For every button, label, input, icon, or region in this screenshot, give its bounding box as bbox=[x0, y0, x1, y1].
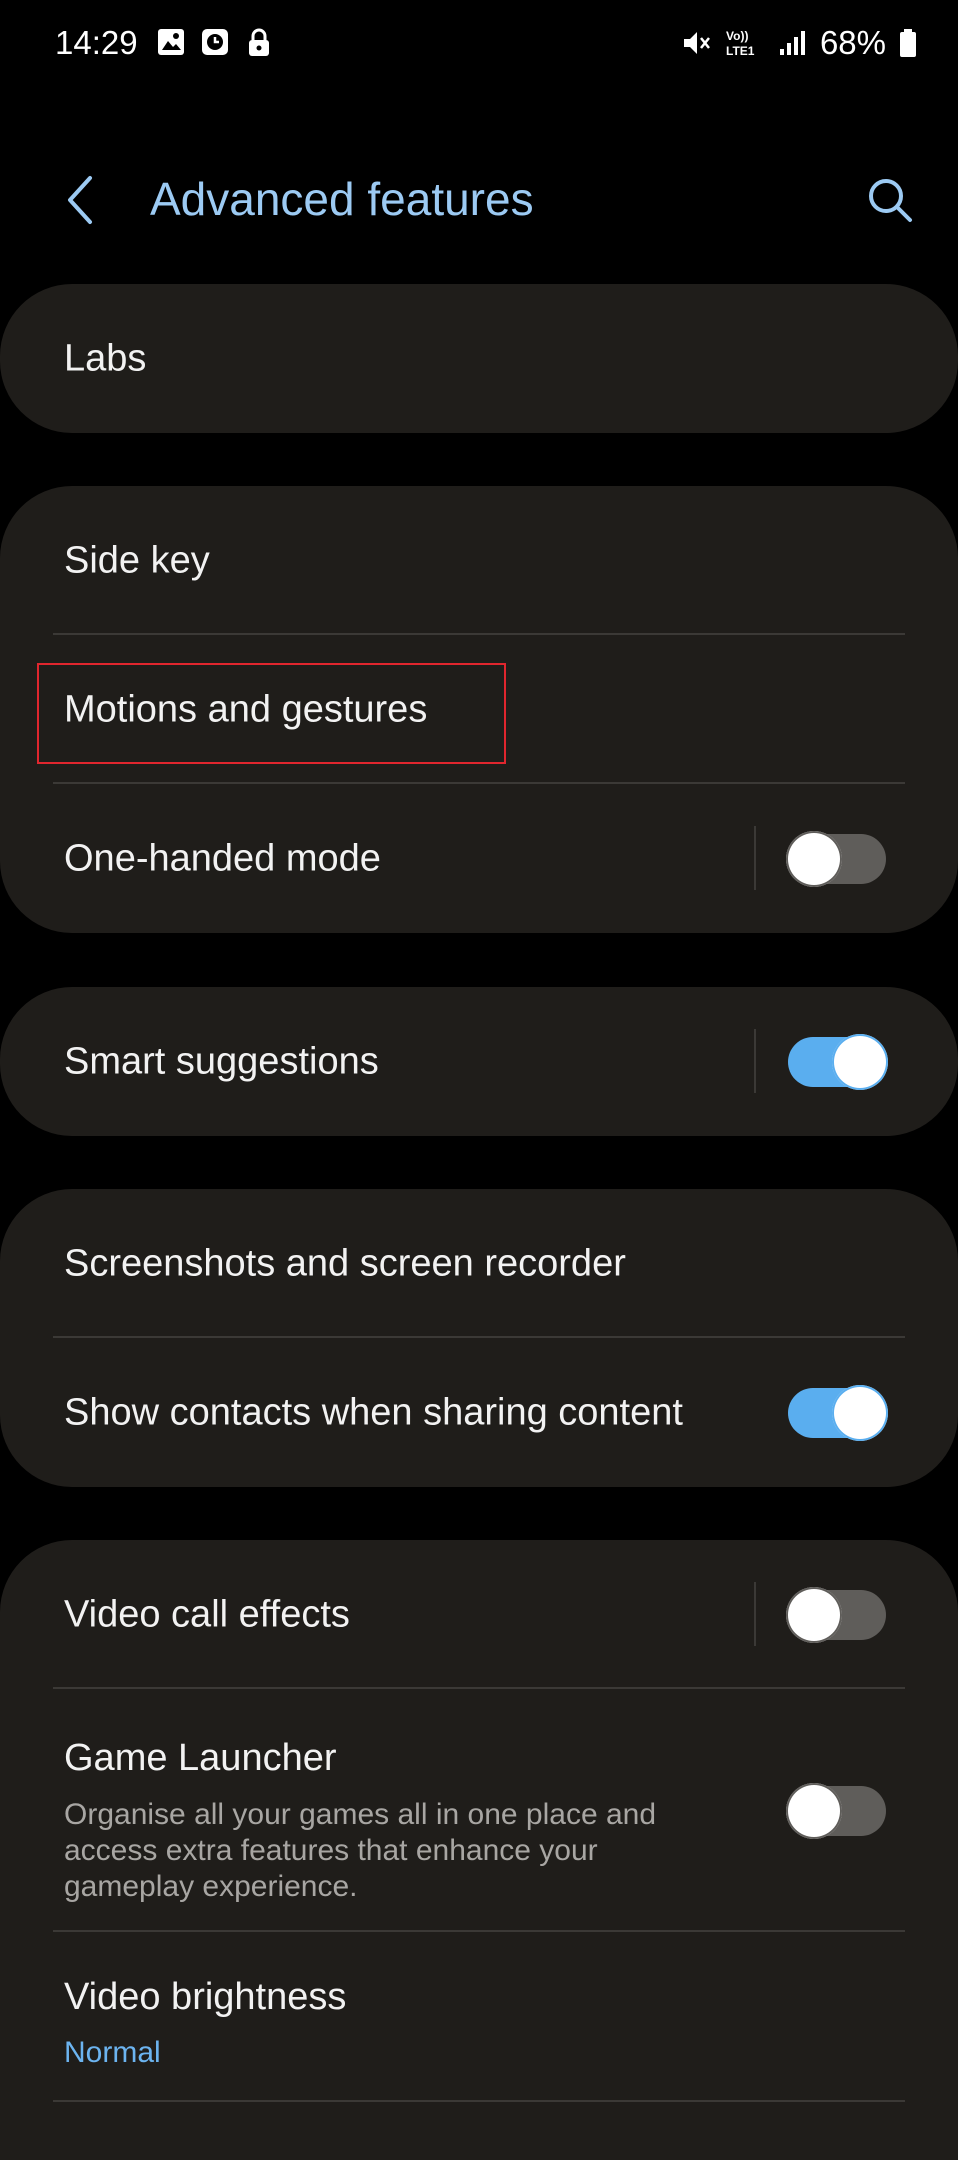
toggle-knob bbox=[786, 1782, 842, 1839]
signal-icon bbox=[779, 31, 805, 55]
show-contacts-toggle[interactable] bbox=[788, 1384, 888, 1441]
setting-value-video-brightness: Normal bbox=[64, 2036, 161, 2069]
toggle-knob bbox=[832, 1033, 888, 1090]
setting-row-smart-suggestions[interactable]: Smart suggestions bbox=[0, 987, 958, 1136]
setting-label-show-contacts: Show contacts when sharing content bbox=[64, 1391, 683, 1433]
volte-icon: Vo)) LTE1 bbox=[726, 29, 755, 58]
status-time: 14:29 bbox=[55, 24, 138, 61]
game-launcher-toggle[interactable] bbox=[786, 1782, 886, 1839]
settings-group-media: Video call effects Game Launcher Organis… bbox=[0, 1540, 958, 2160]
search-icon bbox=[869, 179, 912, 222]
setting-row-show-contacts[interactable]: Show contacts when sharing content bbox=[0, 1338, 958, 1487]
divider bbox=[53, 2100, 905, 2102]
setting-row-video-brightness[interactable]: Video brightness Normal bbox=[0, 1932, 958, 2102]
setting-label-labs: Labs bbox=[64, 337, 147, 379]
svg-text:Vo)): Vo)) bbox=[726, 29, 748, 43]
toggle-knob bbox=[832, 1384, 888, 1441]
highlight-box bbox=[37, 663, 506, 764]
setting-label-video-brightness: Video brightness bbox=[64, 1976, 347, 2018]
gallery-icon bbox=[158, 29, 184, 55]
status-icons-left bbox=[155, 26, 275, 58]
clock-icon bbox=[202, 29, 228, 55]
mute-icon bbox=[683, 32, 710, 54]
setting-label-video-call-effects: Video call effects bbox=[64, 1593, 350, 1635]
setting-row-screenshots[interactable]: Screenshots and screen recorder bbox=[0, 1189, 958, 1338]
setting-description-game-launcher: Organise all your games all in one place… bbox=[64, 1798, 657, 1903]
lock-icon bbox=[249, 28, 269, 56]
setting-row-game-launcher[interactable]: Game Launcher Organise all your games al… bbox=[0, 1689, 958, 1932]
search-button[interactable] bbox=[860, 170, 920, 230]
setting-row-side-key[interactable]: Side key bbox=[0, 486, 958, 635]
top-app-bar: Advanced features bbox=[0, 150, 958, 250]
vertical-separator bbox=[754, 1029, 756, 1093]
setting-row-labs[interactable]: Labs bbox=[0, 284, 958, 433]
smart-suggestions-toggle[interactable] bbox=[788, 1033, 888, 1090]
battery-percent: 68% bbox=[819, 24, 886, 61]
settings-group-labs: Labs bbox=[0, 284, 958, 433]
chevron-left-icon bbox=[68, 176, 92, 224]
setting-label-game-launcher: Game Launcher bbox=[64, 1737, 337, 1779]
setting-label-one-handed-mode: One-handed mode bbox=[64, 837, 381, 879]
toggle-knob bbox=[786, 830, 842, 887]
setting-label-smart-suggestions: Smart suggestions bbox=[64, 1040, 379, 1082]
page-title: Advanced features bbox=[150, 173, 534, 225]
video-call-effects-toggle[interactable] bbox=[786, 1586, 886, 1643]
setting-row-video-call-effects[interactable]: Video call effects bbox=[0, 1540, 958, 1689]
back-button[interactable] bbox=[58, 170, 108, 230]
setting-label-screenshots: Screenshots and screen recorder bbox=[64, 1242, 626, 1284]
vertical-separator bbox=[754, 826, 756, 890]
setting-row-one-handed-mode[interactable]: One-handed mode bbox=[0, 784, 958, 933]
vertical-separator bbox=[754, 1582, 756, 1646]
setting-label-side-key: Side key bbox=[64, 539, 210, 581]
settings-group-smart-suggestions: Smart suggestions bbox=[0, 987, 958, 1136]
svg-text:LTE1: LTE1 bbox=[726, 44, 755, 58]
status-icons-right: Vo)) LTE1 68% bbox=[680, 24, 918, 62]
toggle-knob bbox=[786, 1586, 842, 1643]
settings-group-sharing: Screenshots and screen recorder Show con… bbox=[0, 1189, 958, 1487]
status-bar: 14:29 Vo)) LTE1 68% bbox=[0, 0, 958, 90]
battery-icon bbox=[900, 29, 916, 57]
one-handed-mode-toggle[interactable] bbox=[786, 830, 886, 887]
